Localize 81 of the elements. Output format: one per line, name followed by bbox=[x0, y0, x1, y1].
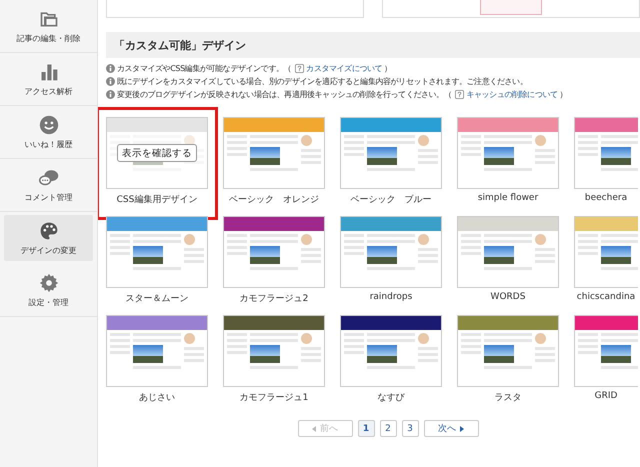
design-name: simple flower bbox=[478, 193, 538, 203]
note-text: 変更後のブログデザインが反映されない場合は、再適用後キャッシュの削除を行ってください。（ bbox=[117, 89, 452, 100]
design-name: beechera bbox=[584, 193, 628, 203]
bar-chart-icon bbox=[38, 62, 58, 82]
view-preview-button[interactable]: 表示を確認する bbox=[117, 144, 197, 162]
avatar-icon bbox=[535, 135, 546, 146]
design-name: GRID bbox=[594, 391, 618, 401]
photo-placeholder bbox=[250, 345, 280, 363]
help-link[interactable]: キャッシュの削除について bbox=[466, 89, 558, 100]
avatar-icon bbox=[184, 333, 195, 344]
next-page-button[interactable]: 次へ bbox=[424, 420, 478, 437]
sidebar-item[interactable]: アクセス解析 bbox=[0, 53, 97, 106]
closing-parenthesis: ） bbox=[560, 89, 568, 100]
design-name: スター＆ムーン bbox=[126, 293, 188, 305]
avatar-icon bbox=[535, 333, 546, 344]
info-icon bbox=[106, 77, 115, 86]
avatar-icon bbox=[418, 333, 429, 344]
section-title: 「カスタム可能」デザイン bbox=[114, 38, 246, 52]
sidebar-item[interactable]: 設定・管理 bbox=[0, 264, 97, 317]
sidebar-item[interactable]: デザインの変更 bbox=[4, 215, 93, 261]
sidebar-item[interactable]: いいね！履歴 bbox=[0, 106, 97, 159]
design-name: ラスタ bbox=[494, 392, 522, 404]
photo-placeholder bbox=[367, 246, 397, 264]
chat-bubbles-icon bbox=[38, 168, 58, 188]
design-name: カモフラージュ2 bbox=[240, 293, 308, 305]
help-icon bbox=[295, 64, 304, 73]
design-name: ベーシック オレンジ bbox=[229, 194, 319, 206]
photo-placeholder bbox=[367, 147, 397, 165]
photo-placeholder bbox=[250, 246, 280, 264]
design-preview-drawing[interactable] bbox=[223, 117, 325, 189]
sidebar-item[interactable]: コメント管理 bbox=[0, 159, 97, 212]
info-icon bbox=[106, 90, 115, 99]
photo-placeholder bbox=[484, 147, 514, 165]
design-preview-drawing[interactable] bbox=[457, 117, 559, 189]
page-button[interactable]: 3 bbox=[402, 420, 418, 437]
photo-placeholder bbox=[484, 345, 514, 363]
help-link[interactable]: カスタマイズについて bbox=[306, 63, 382, 74]
design-preview-drawing[interactable] bbox=[223, 216, 325, 288]
avatar-icon bbox=[418, 234, 429, 245]
design-preview-drawing[interactable] bbox=[106, 315, 208, 387]
design-preview-drawing[interactable] bbox=[457, 315, 559, 387]
avatar-icon bbox=[184, 234, 195, 245]
info-icon bbox=[106, 64, 115, 73]
design-name: カモフラージュ1 bbox=[240, 392, 308, 404]
design-name: ベーシック ブルー bbox=[350, 194, 432, 206]
settings-icon bbox=[38, 272, 58, 292]
smiley-icon bbox=[38, 114, 58, 134]
avatar-icon bbox=[301, 234, 312, 245]
note-text: カスタマイズやCSS編集が可能なデザインです。（ bbox=[117, 63, 292, 74]
photo-placeholder bbox=[601, 246, 631, 264]
design-preview-drawing[interactable] bbox=[106, 216, 208, 288]
photo-placeholder bbox=[133, 345, 163, 363]
design-preview-drawing[interactable] bbox=[340, 117, 442, 189]
design-name: なすび bbox=[378, 392, 404, 404]
photo-placeholder bbox=[601, 147, 631, 165]
design-preview-drawing[interactable]: 表示を確認する bbox=[106, 117, 208, 189]
photo-placeholder bbox=[601, 345, 631, 363]
avatar-icon bbox=[535, 234, 546, 245]
note-text: 既にデザインをカスタマイズしている場合、別のデザインを適応すると編集内容がリセットされます。ご注意ください。 bbox=[117, 76, 528, 87]
help-icon bbox=[455, 90, 464, 99]
design-name: chicscandina bbox=[576, 292, 636, 302]
design-name: あじさい bbox=[139, 392, 175, 404]
avatar-icon bbox=[418, 135, 429, 146]
photo-placeholder bbox=[250, 147, 280, 165]
closing-parenthesis: ） bbox=[384, 63, 392, 74]
photo-placeholder bbox=[484, 246, 514, 264]
design-preview-drawing[interactable] bbox=[340, 315, 442, 387]
design-preview-drawing[interactable] bbox=[457, 216, 559, 288]
page-button[interactable]: 1 bbox=[358, 420, 374, 437]
design-preview-drawing[interactable] bbox=[223, 315, 325, 387]
avatar-icon bbox=[301, 135, 312, 146]
design-name: CSS編集用デザイン bbox=[116, 194, 198, 206]
photo-placeholder bbox=[367, 345, 397, 363]
design-name: WORDS bbox=[490, 292, 526, 302]
photo-placeholder bbox=[133, 246, 163, 264]
page-button[interactable]: 2 bbox=[380, 420, 396, 437]
design-name: raindrops bbox=[370, 292, 412, 302]
palette-icon bbox=[38, 220, 58, 240]
avatar-icon bbox=[301, 333, 312, 344]
sidebar-item[interactable]: 記事の編集・削除 bbox=[0, 0, 97, 53]
design-preview-drawing[interactable] bbox=[340, 216, 442, 288]
